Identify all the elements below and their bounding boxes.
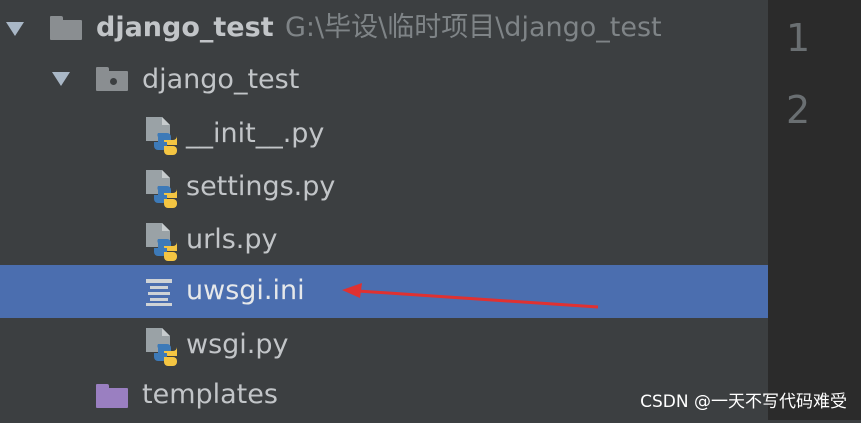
watermark-text: CSDN @一天不写代码难受 [640,392,847,412]
python-file-icon [146,170,177,208]
python-file-icon [146,328,177,366]
package-name: django_test [142,64,300,95]
expand-arrow-icon[interactable] [6,22,24,36]
folder-icon [50,16,82,40]
python-file-icon [146,117,177,155]
tree-row-package[interactable]: django_test [0,55,768,108]
file-name: wsgi.py [186,329,289,360]
folder-name: templates [142,379,278,410]
project-path: G:\毕设\临时项目\django_test [285,12,662,43]
line-number: 2 [786,88,811,132]
python-file-icon [146,223,177,261]
expand-arrow-icon[interactable] [52,72,70,86]
tree-row-file[interactable]: settings.py [0,161,768,214]
file-name: uwsgi.ini [186,275,305,306]
line-number: 1 [786,16,811,60]
tree-row-file[interactable]: urls.py [0,214,768,267]
tree-row-project[interactable]: django_test G:\毕设\临时项目\django_test [0,2,768,55]
project-name: django_test [96,12,274,43]
ini-file-icon [146,279,172,306]
tree-row-file-selected[interactable]: uwsgi.ini [0,265,768,318]
folder-icon [96,384,128,408]
project-tree: django_test G:\毕设\临时项目\django_test djang… [0,0,768,420]
file-name: urls.py [186,224,278,255]
file-name: settings.py [186,171,336,202]
tree-row-file[interactable]: __init__.py [0,108,768,161]
file-name: __init__.py [186,118,325,149]
package-folder-icon [96,67,128,91]
editor-gutter: 1 2 [768,0,861,420]
tree-row-file[interactable]: wsgi.py [0,319,768,372]
